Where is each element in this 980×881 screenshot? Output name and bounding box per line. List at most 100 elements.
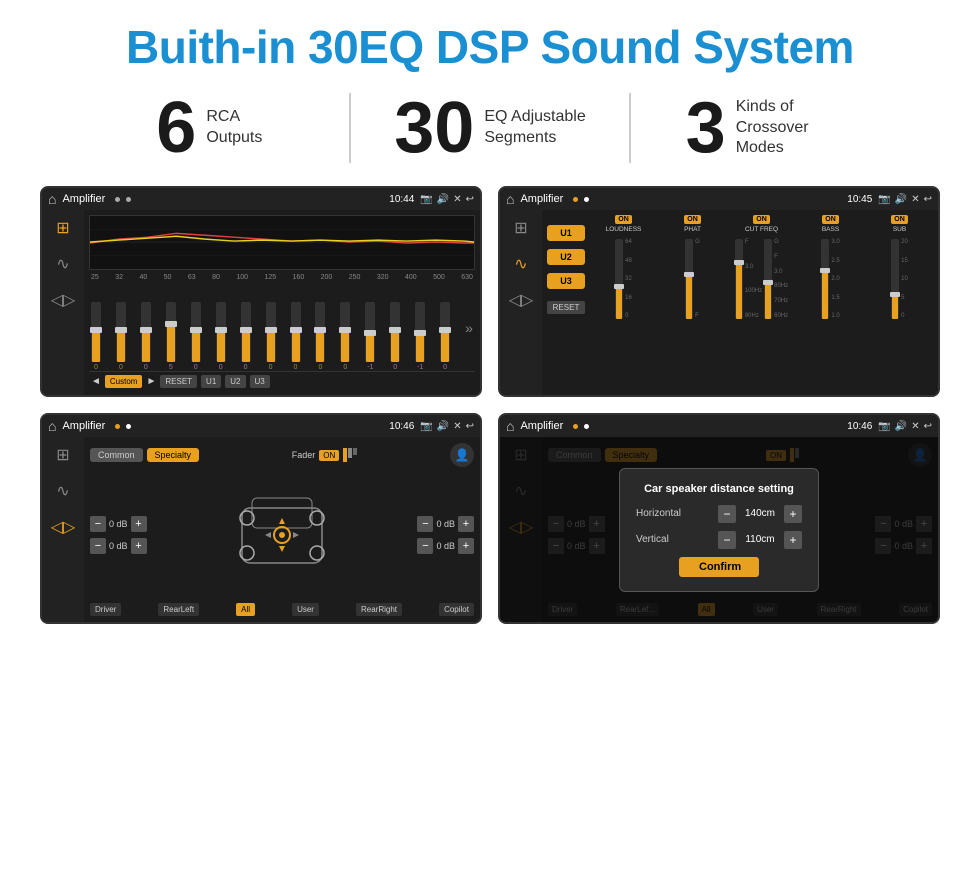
close-icon-1[interactable]: ✕ bbox=[453, 194, 461, 205]
back-icon-2[interactable]: ↩ bbox=[924, 194, 932, 205]
sp-db-val-3: 0 dB bbox=[436, 519, 455, 529]
cutfreq-slider2[interactable] bbox=[764, 239, 772, 319]
slider-track-9[interactable] bbox=[315, 302, 325, 362]
close-icon-4[interactable]: ✕ bbox=[911, 421, 919, 432]
prev-arrow[interactable]: ◄ bbox=[91, 376, 101, 387]
sp-rearleft-label[interactable]: RearLeft bbox=[158, 603, 199, 616]
eq-mode-custom[interactable]: Custom bbox=[105, 375, 143, 388]
vertical-plus-btn[interactable]: + bbox=[784, 531, 802, 549]
slider-track-13[interactable] bbox=[415, 302, 425, 362]
home-icon-3[interactable]: ⌂ bbox=[48, 418, 56, 434]
eq-u3-btn[interactable]: U3 bbox=[250, 375, 270, 388]
home-icon-2[interactable]: ⌂ bbox=[506, 191, 514, 207]
sp-minus-3[interactable]: − bbox=[417, 516, 433, 532]
dialog-horizontal-row: Horizontal − 140cm + bbox=[636, 505, 802, 523]
slider-track-10[interactable] bbox=[340, 302, 350, 362]
sp-plus-2[interactable]: + bbox=[131, 538, 147, 554]
fader-label: Fader bbox=[292, 450, 316, 460]
eq-reset-btn[interactable]: RESET bbox=[160, 375, 197, 388]
slider-track-12[interactable] bbox=[390, 302, 400, 362]
sp-all-label[interactable]: All bbox=[236, 603, 255, 616]
speaker-icon-2[interactable]: ◁▷ bbox=[509, 290, 534, 310]
loudness-slider[interactable] bbox=[615, 239, 623, 319]
slider-track-1[interactable] bbox=[116, 302, 126, 362]
sp-minus-4[interactable]: − bbox=[417, 538, 433, 554]
sp-plus-3[interactable]: + bbox=[458, 516, 474, 532]
freq-400: 400 bbox=[405, 274, 417, 281]
more-icon[interactable]: » bbox=[465, 320, 473, 336]
freq-125: 125 bbox=[264, 274, 276, 281]
sp-plus-4[interactable]: + bbox=[458, 538, 474, 554]
slider-track-0[interactable] bbox=[91, 302, 101, 362]
confirm-button[interactable]: Confirm bbox=[679, 557, 759, 577]
stat-label-crossover: Kinds ofCrossover Modes bbox=[736, 97, 856, 159]
slider-track-7[interactable] bbox=[266, 302, 276, 362]
eq-icon-1[interactable]: ⊞ bbox=[56, 218, 69, 238]
slider-track-4[interactable] bbox=[191, 302, 201, 362]
bass-slider[interactable] bbox=[821, 239, 829, 319]
eq-val-4: 0 bbox=[194, 364, 198, 371]
slider-track-3[interactable] bbox=[166, 302, 176, 362]
horizontal-minus-btn[interactable]: − bbox=[718, 505, 736, 523]
eq-val-10: 0 bbox=[343, 364, 347, 371]
sp-driver-label[interactable]: Driver bbox=[90, 603, 121, 616]
slider-track-5[interactable] bbox=[216, 302, 226, 362]
tab-common[interactable]: Common bbox=[90, 448, 143, 462]
tab-specialty[interactable]: Specialty bbox=[147, 448, 200, 462]
eq-u2-btn[interactable]: U2 bbox=[225, 375, 245, 388]
preset-u1[interactable]: U1 bbox=[547, 225, 585, 241]
cutfreq-on[interactable]: ON bbox=[753, 215, 770, 224]
back-icon-1[interactable]: ↩ bbox=[466, 194, 474, 205]
preset-u3[interactable]: U3 bbox=[547, 273, 585, 289]
sp-plus-1[interactable]: + bbox=[131, 516, 147, 532]
slider-track-11[interactable] bbox=[365, 302, 375, 362]
fader-on-btn[interactable]: ON bbox=[319, 450, 339, 461]
eq-val-6: 0 bbox=[244, 364, 248, 371]
sp-user-label[interactable]: User bbox=[292, 603, 319, 616]
wave-icon-2[interactable]: ∿ bbox=[514, 254, 527, 274]
loudness-on[interactable]: ON bbox=[615, 215, 632, 224]
home-icon-1[interactable]: ⌂ bbox=[48, 191, 56, 207]
bass-on[interactable]: ON bbox=[822, 215, 839, 224]
slider-track-2[interactable] bbox=[141, 302, 151, 362]
close-icon-3[interactable]: ✕ bbox=[453, 421, 461, 432]
screen2-title: Amplifier bbox=[520, 193, 563, 205]
freq-25: 25 bbox=[91, 274, 99, 281]
settings-avatar[interactable]: 👤 bbox=[450, 443, 474, 467]
back-icon-3[interactable]: ↩ bbox=[466, 421, 474, 432]
eq-u1-btn[interactable]: U1 bbox=[201, 375, 221, 388]
crossover-presets: U1 U2 U3 RESET bbox=[547, 215, 585, 390]
eq-icon-2[interactable]: ⊞ bbox=[514, 218, 527, 238]
fader-bar-2 bbox=[348, 448, 352, 458]
preset-u2[interactable]: U2 bbox=[547, 249, 585, 265]
slider-track-14[interactable] bbox=[440, 302, 450, 362]
sp-rearright-label[interactable]: RearRight bbox=[356, 603, 402, 616]
phat-on[interactable]: ON bbox=[684, 215, 701, 224]
slider-track-8[interactable] bbox=[291, 302, 301, 362]
home-icon-4[interactable]: ⌂ bbox=[506, 418, 514, 434]
sub-on[interactable]: ON bbox=[891, 215, 908, 224]
wave-icon-1[interactable]: ∿ bbox=[56, 254, 69, 274]
speaker-icon-1[interactable]: ◁▷ bbox=[51, 290, 76, 310]
sub-slider[interactable] bbox=[891, 239, 899, 319]
close-icon-2[interactable]: ✕ bbox=[911, 194, 919, 205]
eq-val-2: 0 bbox=[144, 364, 148, 371]
freq-630: 630 bbox=[461, 274, 473, 281]
left-sidebar-3: ⊞ ∿ ◁▷ bbox=[42, 437, 84, 622]
sp-copilot-label[interactable]: Copilot bbox=[439, 603, 474, 616]
next-arrow[interactable]: ► bbox=[146, 376, 156, 387]
sp-db-row-4: − 0 dB + bbox=[417, 538, 474, 554]
eq-icon-3[interactable]: ⊞ bbox=[56, 445, 69, 465]
speaker-icon-3[interactable]: ◁▷ bbox=[51, 517, 76, 537]
vertical-minus-btn[interactable]: − bbox=[718, 531, 736, 549]
sp-minus-1[interactable]: − bbox=[90, 516, 106, 532]
wave-icon-3[interactable]: ∿ bbox=[56, 481, 69, 501]
screen4-title: Amplifier bbox=[520, 420, 563, 432]
horizontal-plus-btn[interactable]: + bbox=[784, 505, 802, 523]
slider-track-6[interactable] bbox=[241, 302, 251, 362]
xover-reset[interactable]: RESET bbox=[547, 301, 585, 314]
phat-slider[interactable] bbox=[685, 239, 693, 319]
cutfreq-slider1[interactable] bbox=[735, 239, 743, 319]
sp-minus-2[interactable]: − bbox=[90, 538, 106, 554]
back-icon-4[interactable]: ↩ bbox=[924, 421, 932, 432]
